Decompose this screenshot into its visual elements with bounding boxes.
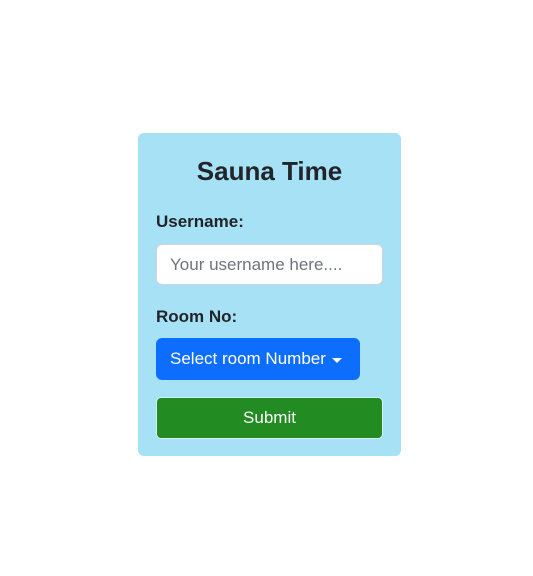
submit-button[interactable]: Submit bbox=[156, 397, 383, 439]
username-input[interactable] bbox=[156, 244, 383, 285]
room-label: Room No: bbox=[156, 307, 238, 326]
room-number-dropdown[interactable]: Select room Number bbox=[156, 338, 360, 380]
page: Sauna Time Username: Room No: Select roo… bbox=[0, 0, 533, 576]
room-dropdown-label: Select room Number bbox=[170, 349, 326, 368]
caret-down-icon bbox=[331, 357, 342, 363]
sauna-booking-form: Sauna Time Username: Room No: Select roo… bbox=[138, 133, 401, 456]
form-title: Sauna Time bbox=[196, 156, 343, 186]
username-label: Username: bbox=[156, 212, 244, 231]
